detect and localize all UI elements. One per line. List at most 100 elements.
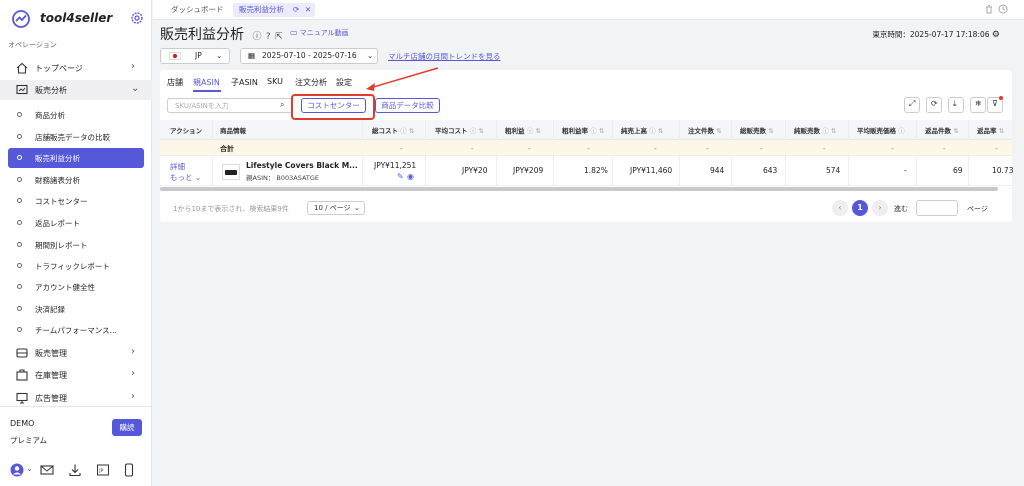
top-tab-dashboard[interactable]: ダッシュボード: [165, 3, 230, 17]
chevron-down-icon: ⌄: [131, 83, 140, 94]
orders-cell: 944: [710, 166, 725, 175]
col-label: 返品率: [977, 127, 997, 135]
settings-icon[interactable]: ⚙: [992, 30, 1000, 40]
mail-icon[interactable]: [40, 463, 54, 477]
col-net-sales[interactable]: 純売上高 ⓘ ⇅: [621, 125, 663, 135]
nav-sales-analysis[interactable]: 販売分析 ⌄: [0, 80, 152, 100]
col-gross-margin[interactable]: 粗利益率 ⓘ ⇅: [562, 125, 604, 135]
circle-bullet-icon: [17, 242, 22, 247]
chevron-down-icon: ⌄: [367, 51, 374, 60]
chevron-right-icon: ›: [131, 61, 135, 72]
more-dropdown[interactable]: もっと ⌄: [170, 172, 201, 183]
clock-icon[interactable]: [998, 4, 1008, 14]
sidebar-subitem[interactable]: 商品分析: [8, 105, 144, 125]
sidebar-subitem[interactable]: 財務諸表分析: [8, 170, 144, 190]
circle-bullet-icon: [17, 220, 22, 225]
marketplace-select[interactable]: JP ⌄: [160, 48, 230, 64]
sidebar-subitem[interactable]: コストセンター: [8, 191, 144, 211]
col-label: 粗利益: [505, 127, 525, 135]
jp-marketplace-icon[interactable]: JP: [96, 463, 110, 477]
snowflake-icon[interactable]: ❄: [970, 97, 986, 113]
col-total-cost[interactable]: 総コスト ⓘ ⇅: [372, 125, 414, 135]
col-returns[interactable]: 返品件数 ⇅: [925, 125, 959, 135]
subtab-order-analysis[interactable]: 注文分析: [295, 77, 327, 88]
returns-cell: 69: [953, 166, 963, 175]
sidebar-subitem[interactable]: 決済記録: [8, 299, 144, 319]
col-gross-profit[interactable]: 粗利益 ⓘ ⇅: [505, 125, 541, 135]
eye-icon[interactable]: ◉: [407, 172, 414, 181]
subscribe-button[interactable]: 購読: [112, 419, 142, 436]
col-avg-cost[interactable]: 平均コスト ⓘ ⇅: [435, 125, 484, 135]
next-page-button[interactable]: ›: [872, 200, 888, 216]
page-title-text: 販売利益分析: [160, 27, 244, 43]
col-avg-price[interactable]: 平均販売価格 ⓘ: [857, 125, 905, 135]
page-label: ページ: [967, 205, 988, 213]
info-icon[interactable]: ⓘ: [252, 32, 261, 42]
sidebar-subitem[interactable]: 期間別レポート: [8, 235, 144, 255]
annotation-highlight-box: [291, 94, 375, 120]
nav-ad-management[interactable]: 広告管理 ›: [0, 388, 152, 408]
col-orders[interactable]: 注文件数 ⇅: [688, 125, 722, 135]
product-thumbnail[interactable]: [222, 164, 240, 180]
sidebar-subitem[interactable]: トラフィックレポート: [8, 256, 144, 276]
help-icon[interactable]: ?: [266, 32, 271, 42]
avg-cost-cell: JPY¥20: [462, 166, 488, 175]
refresh-icon[interactable]: ⟳: [926, 97, 942, 113]
page-number-button[interactable]: 1: [852, 200, 868, 216]
info-icon: ⓘ ⇅: [649, 127, 664, 135]
download-icon[interactable]: [68, 463, 82, 477]
chevron-right-icon: ›: [131, 391, 135, 402]
svg-text:JP: JP: [98, 468, 103, 474]
download-icon[interactable]: ⤓: [948, 97, 964, 113]
col-total-units[interactable]: 総販売数 ⇅: [740, 125, 774, 135]
settings-gear-icon[interactable]: [130, 11, 144, 25]
manual-video-link[interactable]: ▭ マニュアル動画: [290, 28, 349, 38]
total-label: 合計: [220, 145, 234, 153]
col-net-units[interactable]: 純販売数 ⓘ ⇅: [794, 125, 836, 135]
refresh-icon[interactable]: ⟳: [293, 3, 299, 17]
sidebar-subitem[interactable]: 販売利益分析: [8, 148, 144, 168]
expand-icon[interactable]: ⤢: [904, 97, 920, 113]
trash-icon[interactable]: [984, 4, 994, 14]
goto-page-input[interactable]: [916, 200, 958, 216]
prev-page-button[interactable]: ‹: [832, 200, 848, 216]
info-icon: ⓘ ⇅: [526, 127, 541, 135]
subtab-child-asin[interactable]: 子ASIN: [231, 77, 258, 88]
nav-label: 販売管理: [35, 349, 67, 358]
product-compare-button[interactable]: 商品データ比較: [375, 98, 440, 113]
date-range-picker[interactable]: ▦ 2025-07-10 - 2025-07-16 ⌄: [240, 48, 378, 64]
sidebar-subitem[interactable]: 返品レポート: [8, 213, 144, 233]
sidebar-subitem[interactable]: 店舗販売データの比較: [8, 127, 144, 147]
edit-icon[interactable]: ✎: [397, 172, 404, 181]
multi-store-trend-link[interactable]: マルチ店舗の月間トレンドを見る: [388, 51, 501, 62]
detail-link[interactable]: 詳細: [170, 161, 185, 172]
external-link-icon[interactable]: ⇱: [275, 32, 283, 42]
col-return-rate[interactable]: 返品率 ⇅: [977, 125, 1004, 135]
mobile-icon[interactable]: [122, 463, 136, 477]
search-input[interactable]: SKU/ASINを入力 ⌕: [167, 98, 293, 113]
sidebar-subitem[interactable]: チームパフォーマンス...: [8, 320, 144, 340]
horizontal-scrollbar[interactable]: [160, 187, 998, 191]
nav-sales-management[interactable]: 販売管理 ›: [0, 343, 152, 363]
user-avatar-icon[interactable]: [10, 463, 24, 477]
top-tab-sales-profit[interactable]: 販売利益分析 ⟳ ✕: [233, 3, 315, 17]
subtab-settings[interactable]: 設定: [336, 77, 352, 88]
return-rate-cell: 10.73: [992, 166, 1014, 175]
total-cell: -: [471, 144, 474, 153]
col-label: 純売上高: [621, 127, 647, 135]
close-icon[interactable]: ✕: [305, 3, 311, 17]
chart-icon: [16, 84, 28, 95]
subtab-sku[interactable]: SKU: [267, 77, 283, 86]
product-title[interactable]: Lifestyle Covers Black M...: [246, 161, 358, 170]
page-size-select[interactable]: 10 / ページ ⌄: [307, 201, 365, 215]
search-icon[interactable]: ⌕: [280, 100, 284, 110]
net-sales-cell: JPY¥11,460: [630, 166, 673, 175]
sort-icon: ⇅: [768, 127, 774, 135]
nav-top-page[interactable]: トップページ ›: [0, 58, 152, 78]
sidebar-subitem[interactable]: アカウント健全性: [8, 277, 144, 297]
subtab-parent-asin[interactable]: 親ASIN: [193, 77, 220, 88]
subtab-store[interactable]: 店舗: [167, 77, 183, 88]
info-icon: ⓘ ⇅: [469, 127, 484, 135]
chevron-down-icon[interactable]: ⌄: [26, 464, 33, 473]
nav-inventory-management[interactable]: 在庫管理 ›: [0, 365, 152, 385]
